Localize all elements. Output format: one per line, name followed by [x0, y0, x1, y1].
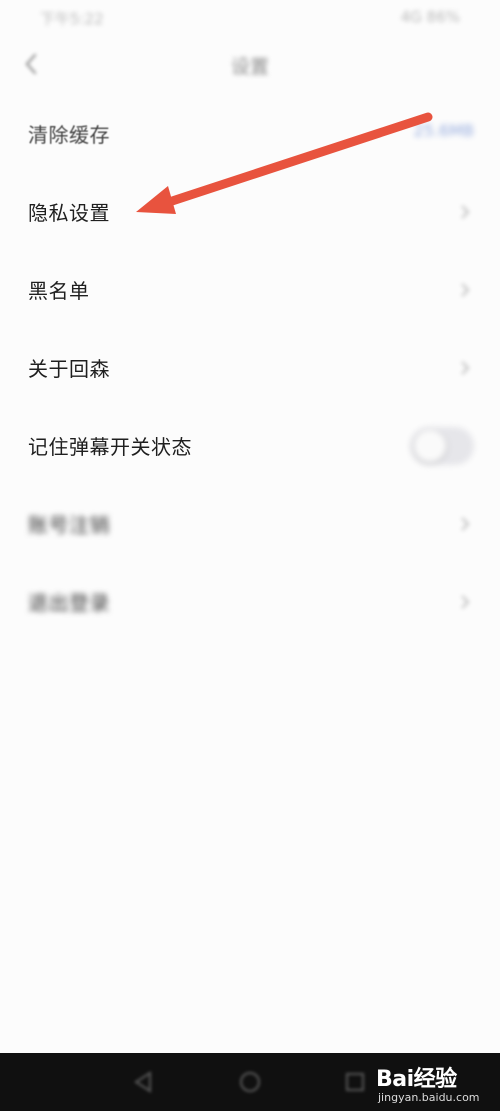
settings-item-blacklist[interactable]: 黑名单	[0, 251, 500, 329]
chevron-right-icon	[458, 281, 472, 299]
recents-square-icon[interactable]	[342, 1069, 368, 1095]
page-title: 设置	[230, 56, 269, 78]
settings-item-label: 退出登录	[28, 591, 110, 615]
back-triangle-icon[interactable]	[130, 1069, 156, 1095]
system-nav-bar: Bai经验 jingyan.baidu.com	[0, 1053, 500, 1111]
settings-item-label: 隐私设置	[28, 201, 110, 225]
settings-item-label: 清除缓存	[28, 123, 110, 147]
chevron-right-icon	[458, 359, 472, 377]
settings-item-label: 黑名单	[28, 279, 90, 303]
settings-item-logout[interactable]: 退出登录	[0, 563, 500, 641]
nav-bar: 设置	[0, 40, 500, 90]
watermark: Bai经验 jingyan.baidu.com	[376, 1061, 486, 1107]
settings-list: 清除缓存 25.6MB 隐私设置 黑名单 关于回森 记住弹幕开关状态 账号注销 …	[0, 95, 500, 641]
chevron-right-icon	[458, 593, 472, 611]
watermark-logo: Bai经验	[376, 1067, 457, 1092]
danmaku-state-toggle[interactable]	[410, 427, 474, 465]
cache-size-value: 25.6MB	[413, 121, 474, 140]
settings-item-danmaku-state: 记住弹幕开关状态	[0, 407, 500, 485]
settings-item-clear-cache[interactable]: 清除缓存 25.6MB	[0, 95, 500, 173]
settings-item-about[interactable]: 关于回森	[0, 329, 500, 407]
settings-item-label: 关于回森	[28, 357, 110, 381]
settings-screen: 下午5:22 4G 86% 设置 清除缓存 25.6MB 隐私设置 黑名单 关于…	[0, 0, 500, 1111]
status-indicators: 4G 86%	[400, 8, 460, 26]
toggle-knob	[414, 430, 446, 462]
chevron-right-icon	[458, 515, 472, 533]
settings-item-privacy[interactable]: 隐私设置	[0, 173, 500, 251]
status-bar: 下午5:22 4G 86%	[0, 0, 500, 40]
status-time: 下午5:22	[40, 10, 104, 28]
settings-item-label: 记住弹幕开关状态	[28, 435, 192, 459]
home-circle-icon[interactable]	[237, 1069, 263, 1095]
settings-item-account-cancel[interactable]: 账号注销	[0, 485, 500, 563]
settings-item-label: 账号注销	[28, 513, 110, 537]
watermark-site: jingyan.baidu.com	[378, 1091, 480, 1104]
chevron-right-icon	[458, 203, 472, 221]
